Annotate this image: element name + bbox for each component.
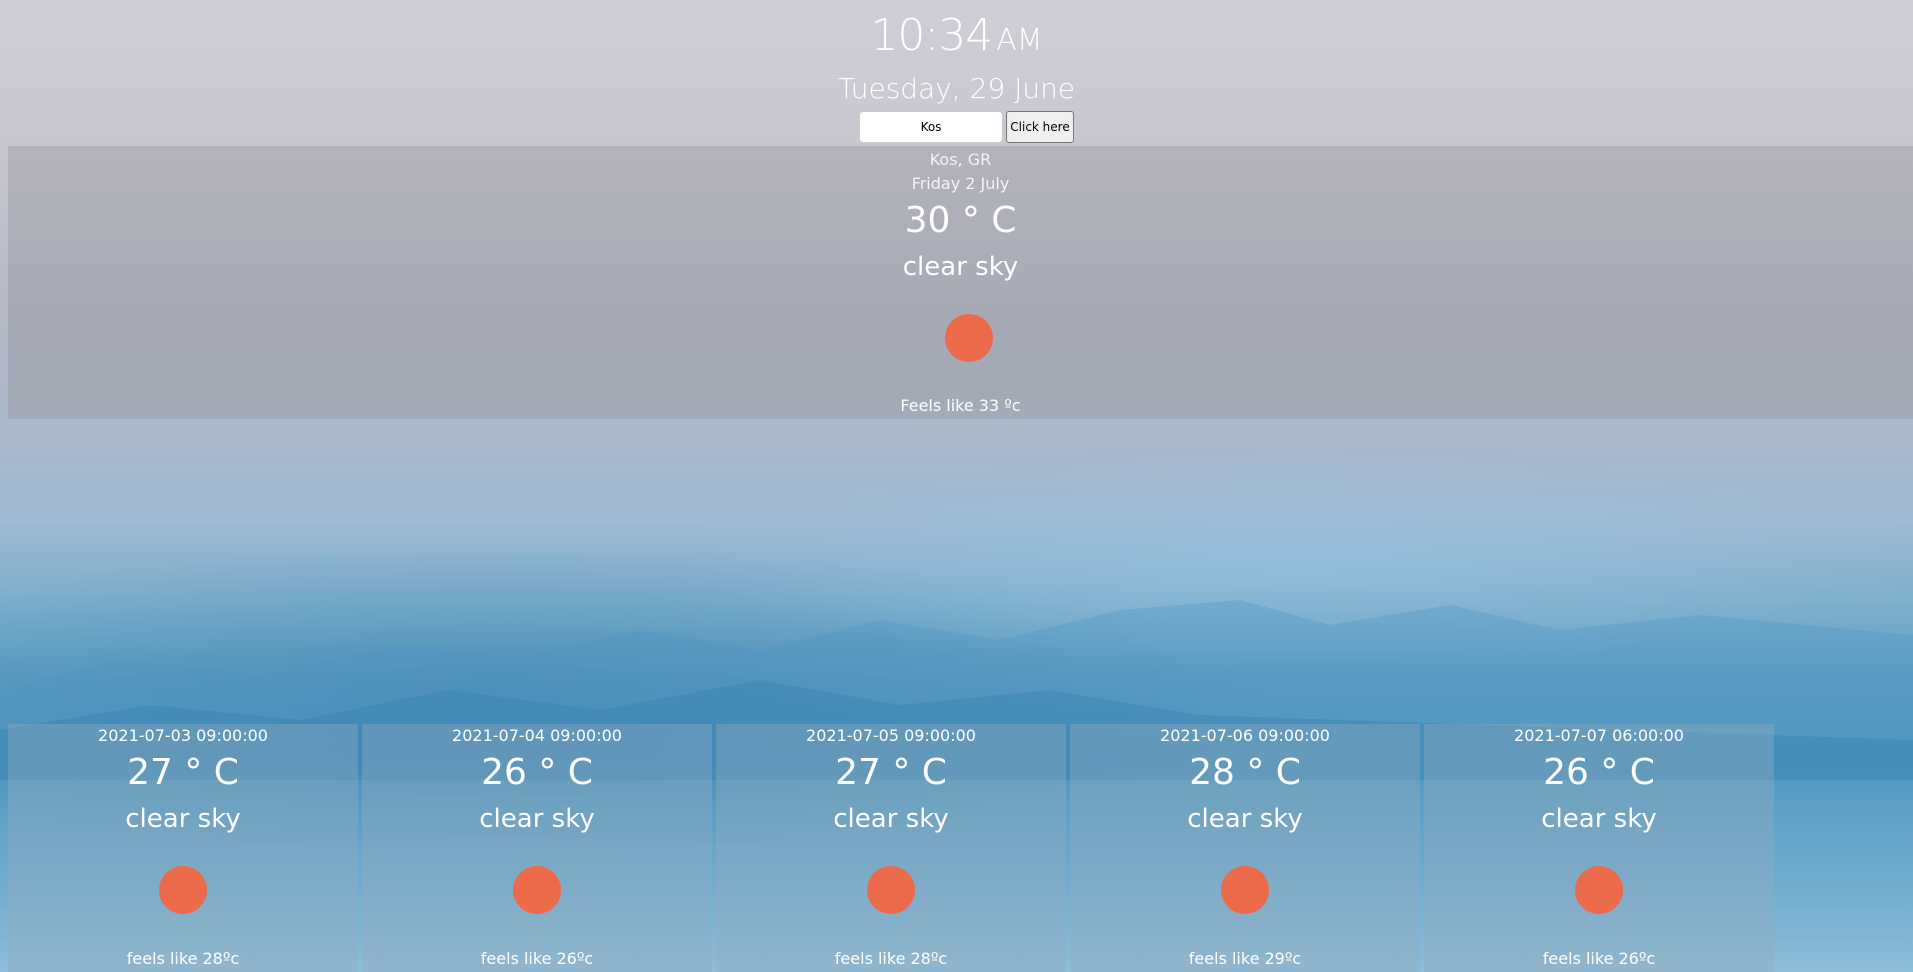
forecast-datetime: 2021-07-04 09:00:00	[452, 726, 622, 745]
forecast-datetime: 2021-07-05 09:00:00	[806, 726, 976, 745]
forecast-temperature: 27 ° C	[127, 752, 239, 793]
city-search-input[interactable]	[860, 112, 1002, 142]
forecast-description: clear sky	[1541, 804, 1657, 834]
forecast-temperature: 28 ° C	[1189, 752, 1301, 793]
forecast-description: clear sky	[479, 804, 595, 834]
sun-icon	[513, 866, 561, 914]
current-date: Tuesday, 29 June	[837, 72, 1076, 105]
feels-like: Feels like 33 ºc	[900, 396, 1021, 415]
forecast-description: clear sky	[125, 804, 241, 834]
forecast-datetime: 2021-07-03 09:00:00	[98, 726, 268, 745]
forecast-feels-like: feels like 28ºc	[126, 949, 240, 968]
current-time: 10:34 AM	[0, 10, 1913, 61]
forecast-card: 2021-07-07 06:00:00 26 ° C clear sky fee…	[1424, 724, 1774, 972]
forecast-feels-like: feels like 26ºc	[480, 949, 594, 968]
forecast-feels-like: feels like 28ºc	[834, 949, 948, 968]
forecast-card: 2021-07-05 09:00:00 27 ° C clear sky fee…	[716, 724, 1066, 972]
current-temperature: 30 ° C	[904, 200, 1017, 241]
sun-icon	[159, 866, 207, 914]
time-ampm: AM	[996, 23, 1043, 58]
forecast-datetime: 2021-07-07 06:00:00	[1514, 726, 1684, 745]
forecast-card: 2021-07-04 09:00:00 26 ° C clear sky fee…	[362, 724, 712, 972]
location-label: Kos, GR	[929, 150, 992, 169]
forecast-description: clear sky	[833, 804, 949, 834]
forecast-card: 2021-07-03 09:00:00 27 ° C clear sky fee…	[8, 724, 358, 972]
search-bar: Click here	[860, 111, 1074, 143]
sun-icon	[945, 314, 993, 362]
current-weather-panel: Kos, GR Friday 2 July 30 ° C clear sky F…	[8, 146, 1913, 419]
sun-icon	[1221, 866, 1269, 914]
time-value: 10:34	[870, 10, 993, 61]
forecast-temperature: 26 ° C	[1543, 752, 1655, 793]
forecast-feels-like: feels like 29ºc	[1188, 949, 1302, 968]
weather-description: clear sky	[902, 252, 1019, 282]
forecast-card: 2021-07-06 09:00:00 28 ° C clear sky fee…	[1070, 724, 1420, 972]
sun-icon	[867, 866, 915, 914]
forecast-temperature: 27 ° C	[835, 752, 947, 793]
forecast-description: clear sky	[1187, 804, 1303, 834]
forecast-feels-like: feels like 26ºc	[1542, 949, 1656, 968]
forecast-temperature: 26 ° C	[481, 752, 593, 793]
sun-icon	[1575, 866, 1623, 914]
weather-date: Friday 2 July	[911, 174, 1010, 193]
forecast-datetime: 2021-07-06 09:00:00	[1160, 726, 1330, 745]
forecast-list: 2021-07-03 09:00:00 27 ° C clear sky fee…	[8, 724, 1774, 972]
search-button[interactable]: Click here	[1006, 111, 1074, 143]
